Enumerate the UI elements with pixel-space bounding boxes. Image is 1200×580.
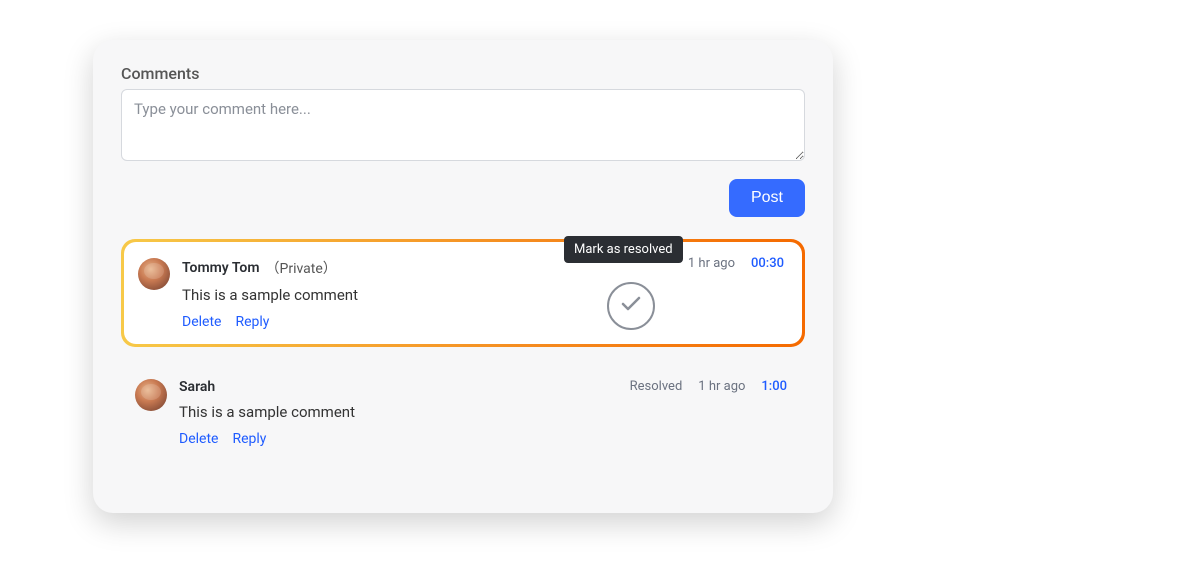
comment-actions: Delete Reply: [182, 314, 786, 330]
author-name: Sarah: [179, 379, 215, 395]
comments-panel: Comments Post Tommy Tom （Private） This i…: [93, 40, 833, 513]
comment-status: Resolved: [630, 379, 683, 394]
avatar: [138, 258, 170, 290]
delete-link[interactable]: Delete: [182, 314, 221, 330]
author-name: Tommy Tom: [182, 260, 260, 276]
section-title: Comments: [121, 64, 805, 83]
comment-item: Tommy Tom （Private） This is a sample com…: [124, 242, 802, 344]
privacy-label: （Private）: [266, 258, 337, 278]
comment-age: 1 hr ago: [698, 379, 745, 394]
comment-actions: Delete Reply: [179, 431, 789, 447]
comment-text: This is a sample comment: [179, 403, 789, 421]
comment-meta: 1 hr ago 00:30: [688, 256, 784, 271]
comment-timestamp[interactable]: 1:00: [761, 379, 787, 394]
comment-input[interactable]: [121, 89, 805, 161]
comment-item: Sarah This is a sample comment Delete Re…: [121, 365, 805, 459]
resolve-tooltip: Mark as resolved: [564, 236, 683, 263]
comment-timestamp[interactable]: 00:30: [751, 256, 784, 271]
delete-link[interactable]: Delete: [179, 431, 218, 447]
reply-link[interactable]: Reply: [232, 431, 266, 447]
mark-resolved-button[interactable]: [607, 282, 655, 330]
comment-text: This is a sample comment: [182, 286, 786, 304]
reply-link[interactable]: Reply: [235, 314, 269, 330]
check-icon: [619, 292, 643, 320]
comment-age: 1 hr ago: [688, 256, 735, 271]
post-button[interactable]: Post: [729, 179, 805, 217]
avatar: [135, 379, 167, 411]
post-row: Post: [121, 179, 805, 217]
highlighted-comment-border: Tommy Tom （Private） This is a sample com…: [121, 239, 805, 347]
comment-meta: Resolved 1 hr ago 1:00: [630, 379, 787, 394]
